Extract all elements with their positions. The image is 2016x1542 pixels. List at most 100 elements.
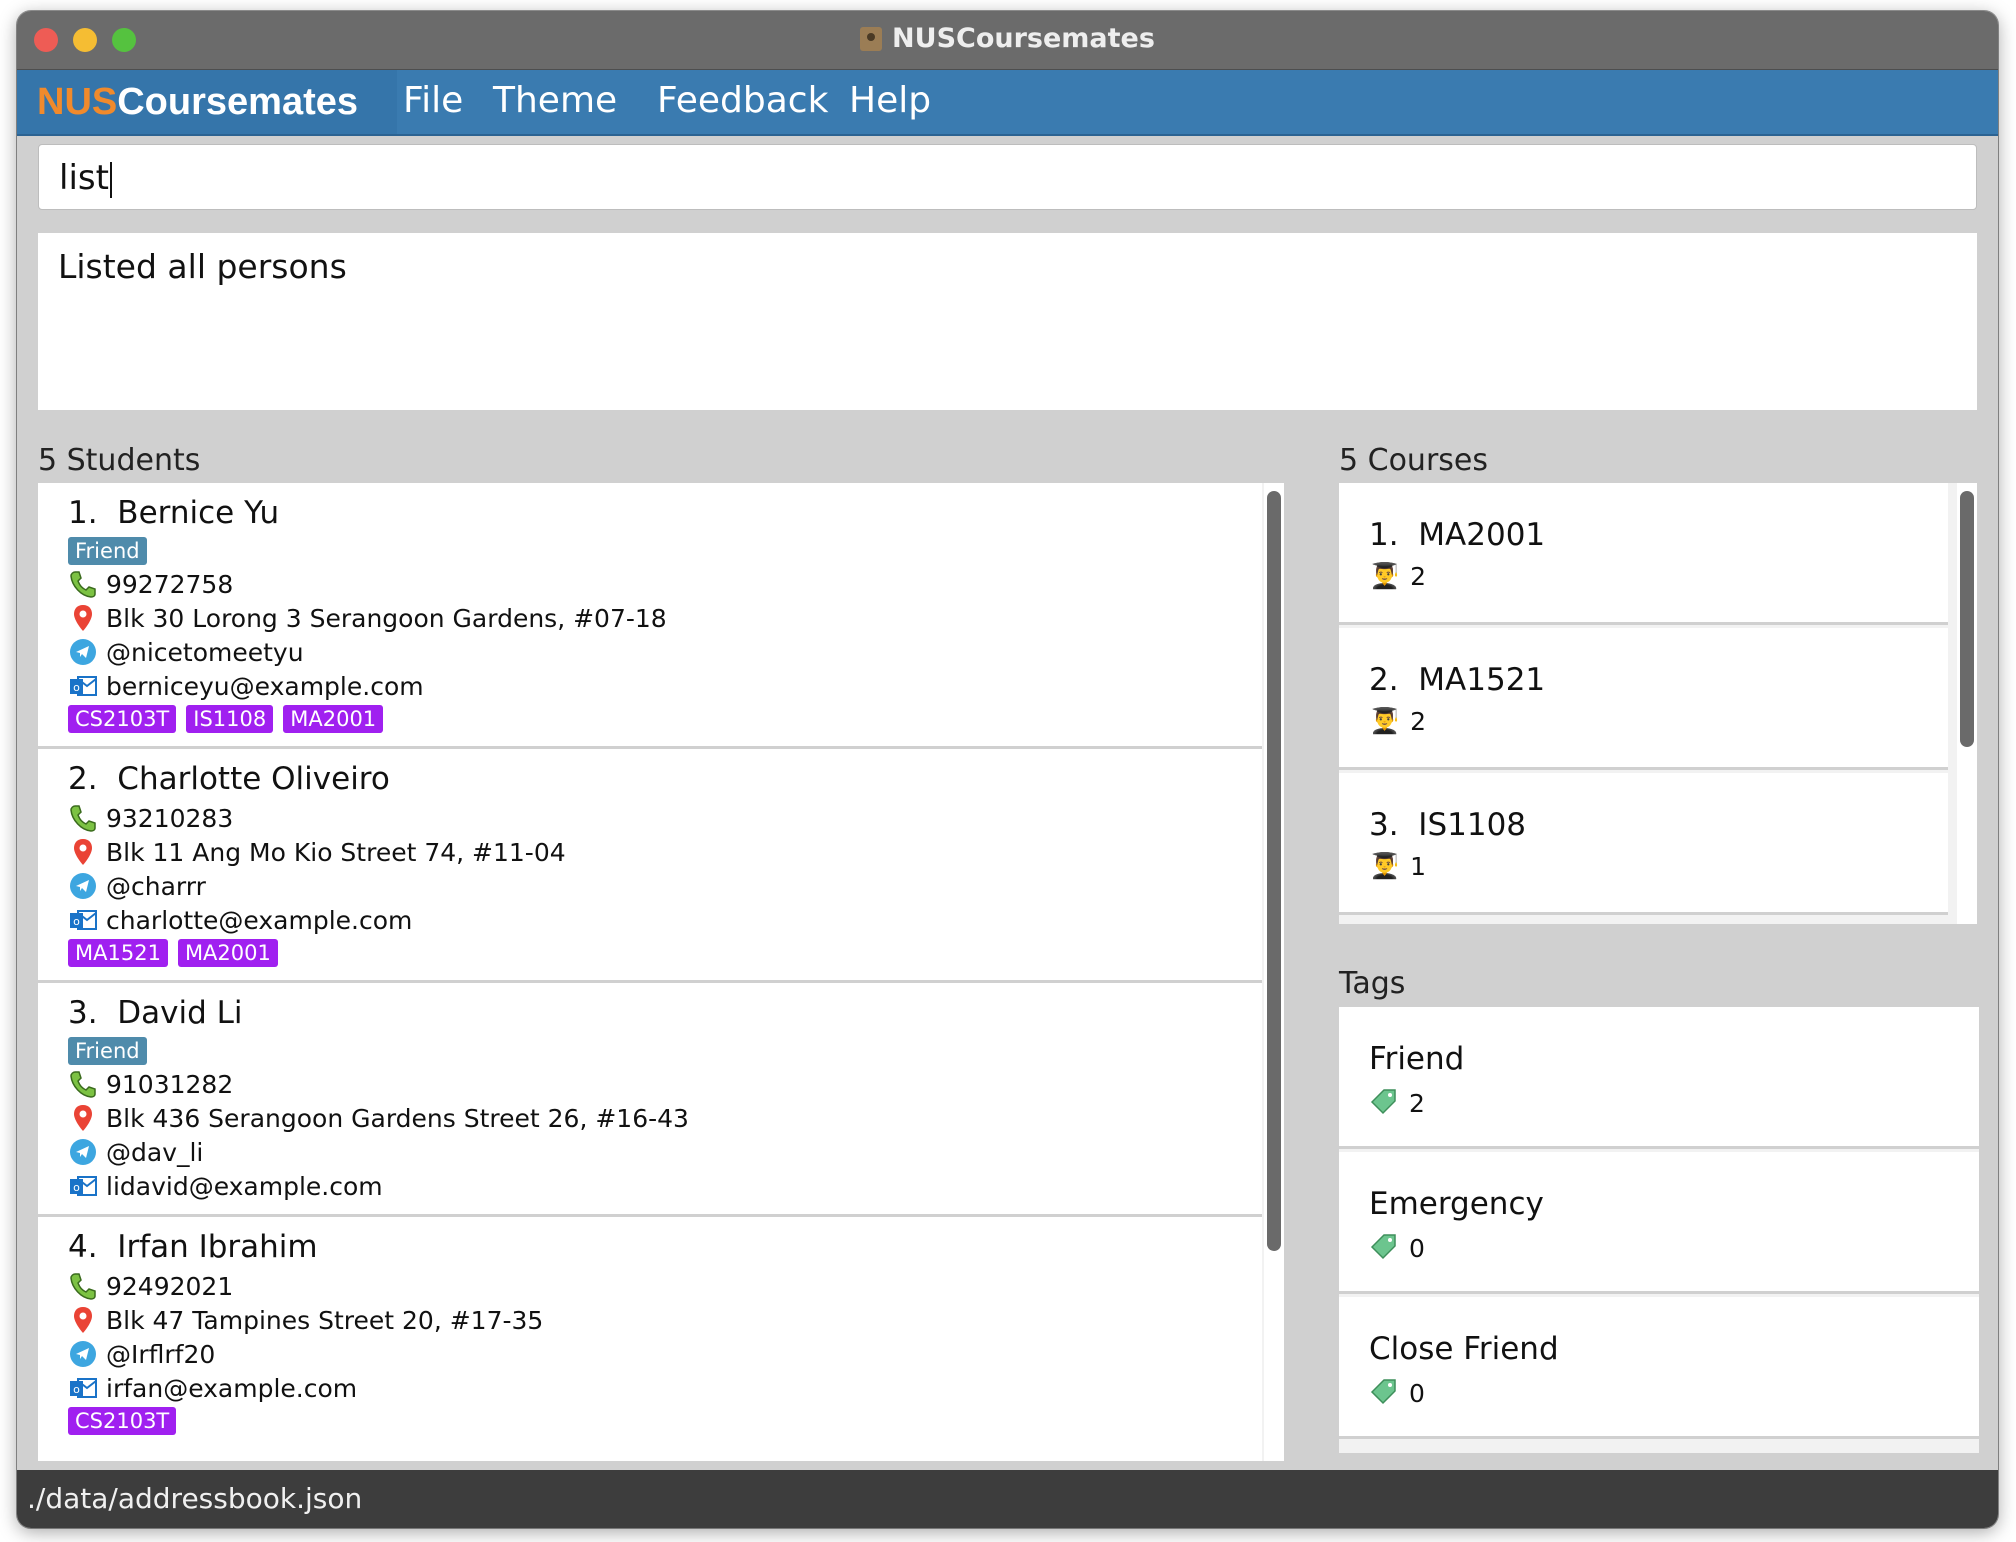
student-address: Blk 30 Lorong 3 Serangoon Gardens, #07-1…	[106, 603, 667, 633]
student-telegram: @dav_li	[106, 1137, 204, 1167]
window-title: NUSCoursemates	[17, 23, 1998, 54]
phone-icon	[68, 1271, 98, 1301]
tags-label: Tags	[1339, 966, 1406, 1001]
command-input-value: list	[59, 158, 109, 198]
student-telegram: @charrr	[106, 871, 206, 901]
course-index: 3.	[1369, 807, 1399, 843]
tag-name: Close Friend	[1369, 1331, 1559, 1367]
result-text: Listed all persons	[58, 247, 347, 286]
course-code: MA1521	[1418, 662, 1546, 698]
app-document-icon	[860, 26, 883, 51]
menu-theme[interactable]: Theme	[493, 80, 617, 121]
student-address: Blk 11 Ang Mo Kio Street 74, #11-04	[106, 837, 566, 867]
course-card[interactable]: 2. MA1521 👨‍🎓 2	[1339, 628, 1948, 770]
result-display: Listed all persons	[38, 233, 1977, 410]
student-phone: 92492021	[106, 1271, 234, 1301]
student-phone: 91031282	[106, 1069, 234, 1099]
course-card[interactable]: 3. IS1108 👨‍🎓 1	[1339, 773, 1948, 915]
student-index: 4.	[68, 1229, 98, 1265]
tag-card[interactable]: Friend 2	[1339, 1007, 1979, 1149]
course-tag: MA1521	[68, 939, 168, 967]
outlook-email-icon: o	[68, 1171, 98, 1201]
app-window: NUSCoursemates NUS Coursemates File Theme…	[17, 11, 1998, 1528]
tag-icon	[1369, 1230, 1399, 1266]
student-icon: 👨‍🎓	[1369, 851, 1401, 880]
student-card[interactable]: 3. David Li Friend 91031282 Blk 436 Sera…	[38, 983, 1262, 1217]
menu-file[interactable]: File	[403, 80, 463, 121]
command-input[interactable]: list	[38, 144, 1977, 210]
student-name-text: Irfan Ibrahim	[117, 1229, 318, 1265]
course-title: 2. MA1521	[1369, 662, 1948, 706]
window-title-text: NUSCoursemates	[892, 23, 1155, 54]
student-email: berniceyu@example.com	[106, 671, 424, 701]
student-name-text: Charlotte Oliveiro	[117, 761, 390, 797]
course-code: MA2001	[1418, 517, 1546, 553]
course-tag: MA2001	[177, 939, 278, 967]
student-address: Blk 47 Tampines Street 20, #17-35	[106, 1305, 544, 1335]
student-card[interactable]: 2. Charlotte Oliveiro 93210283 Blk 11 An…	[38, 749, 1262, 983]
course-index: 2.	[1369, 662, 1399, 698]
student-address: Blk 436 Serangoon Gardens Street 26, #16…	[106, 1103, 689, 1133]
course-student-count: 2	[1410, 561, 1427, 591]
svg-text:o: o	[73, 915, 80, 928]
tag-card[interactable]: Emergency 0	[1339, 1152, 1979, 1294]
course-tag: MA2001	[283, 705, 384, 733]
student-name: 3. David Li	[68, 995, 1262, 1035]
outlook-email-icon: o	[68, 671, 98, 701]
telegram-icon	[68, 1137, 98, 1167]
phone-icon	[68, 1069, 98, 1099]
student-name: 2. Charlotte Oliveiro	[68, 761, 1262, 801]
menu-feedback[interactable]: Feedback	[657, 80, 828, 121]
tag-list[interactable]: Friend 2 Emergency 0 Close Friend 0	[1339, 1007, 1979, 1453]
svg-text:o: o	[73, 1383, 80, 1396]
student-name: 4. Irfan Ibrahim	[68, 1229, 1262, 1269]
student-name: 1. Bernice Yu	[68, 495, 1262, 535]
telegram-icon	[68, 871, 98, 901]
phone-icon	[68, 803, 98, 833]
course-title: 3. IS1108	[1369, 807, 1948, 851]
student-telegram: @nicetomeetyu	[106, 637, 304, 667]
course-list[interactable]: 1. MA2001 👨‍🎓 2 2. MA1521 👨‍🎓 2 3. IS1108 …	[1339, 483, 1977, 924]
tag-name: Friend	[1369, 1041, 1465, 1077]
student-index: 1.	[68, 495, 98, 531]
course-tag: IS1108	[186, 705, 274, 733]
course-list-scrollbar-thumb[interactable]	[1960, 491, 1974, 747]
location-pin-icon	[68, 1103, 98, 1133]
student-email: charlotte@example.com	[106, 905, 413, 935]
student-icon: 👨‍🎓	[1369, 561, 1401, 590]
tag-count: 0	[1409, 1233, 1425, 1263]
text-caret	[109, 161, 112, 198]
course-card[interactable]: 1. MA2001 👨‍🎓 2	[1339, 483, 1948, 625]
courses-count-label: 5 Courses	[1339, 443, 1488, 478]
brand-logo: NUS Coursemates	[17, 70, 397, 134]
tag-count: 2	[1409, 1088, 1425, 1118]
student-phone: 93210283	[106, 803, 234, 833]
tag-icon	[1369, 1085, 1399, 1121]
course-tag: CS2103T	[68, 705, 177, 733]
student-index: 3.	[68, 995, 98, 1031]
title-bar: NUSCoursemates	[17, 11, 1998, 70]
friend-tag: Friend	[68, 1037, 147, 1065]
menu-help[interactable]: Help	[849, 80, 931, 121]
outlook-email-icon: o	[68, 1373, 98, 1403]
student-list-scrollbar-thumb[interactable]	[1267, 491, 1281, 1251]
student-card[interactable]: 4. Irfan Ibrahim 92492021 Blk 47 Tampine…	[38, 1217, 1262, 1461]
students-count-label: 5 Students	[38, 443, 201, 478]
student-name-text: Bernice Yu	[117, 495, 280, 531]
status-bar: ./data/addressbook.json	[17, 1470, 1998, 1528]
tag-card[interactable]: Close Friend 0	[1339, 1297, 1979, 1439]
outlook-email-icon: o	[68, 905, 98, 935]
location-pin-icon	[68, 837, 98, 867]
location-pin-icon	[68, 1305, 98, 1335]
student-email: lidavid@example.com	[106, 1171, 383, 1201]
student-email: irfan@example.com	[106, 1373, 358, 1403]
student-list[interactable]: 1. Bernice Yu Friend 99272758 Blk 30 Lor…	[38, 483, 1284, 1461]
course-title: 1. MA2001	[1369, 517, 1948, 561]
tag-name: Emergency	[1369, 1186, 1544, 1222]
student-card[interactable]: 1. Bernice Yu Friend 99272758 Blk 30 Lor…	[38, 483, 1262, 749]
student-phone: 99272758	[106, 569, 234, 599]
student-index: 2.	[68, 761, 98, 797]
student-telegram: @Irflrf20	[106, 1339, 216, 1369]
course-student-count: 1	[1410, 851, 1427, 881]
friend-tag: Friend	[68, 537, 147, 565]
